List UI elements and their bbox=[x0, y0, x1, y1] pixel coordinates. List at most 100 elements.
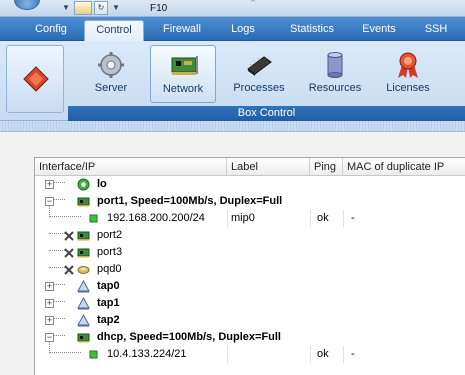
grid-header: Interface/IP Label Ping MAC of duplicate… bbox=[35, 158, 465, 176]
table-row[interactable]: 192.168.200.200/24 mip0 ok - bbox=[35, 206, 465, 227]
tab-events[interactable]: Events bbox=[352, 20, 406, 41]
cell-separator bbox=[227, 210, 228, 227]
refresh-icon[interactable]: ↻ bbox=[94, 1, 108, 15]
column-header-ping[interactable]: Ping bbox=[310, 158, 343, 176]
tab-ssh[interactable]: SSH bbox=[416, 20, 456, 41]
disabled-x-icon bbox=[64, 248, 77, 261]
interface-name: dhcp, Speed=100Mb/s, Duplex=Full bbox=[97, 331, 281, 343]
nic-disabled-icon bbox=[77, 229, 90, 242]
licenses-button[interactable]: Licenses bbox=[375, 45, 441, 103]
network-card-icon bbox=[171, 56, 198, 75]
disabled-x-icon bbox=[64, 265, 77, 278]
navigation-button[interactable] bbox=[6, 45, 64, 113]
splitter-strip[interactable] bbox=[0, 121, 465, 131]
expand-icon[interactable]: + bbox=[45, 299, 54, 308]
processes-button[interactable]: Processes bbox=[226, 45, 292, 103]
expand-icon[interactable]: + bbox=[45, 282, 54, 291]
tree-connector bbox=[49, 267, 65, 268]
expand-icon[interactable]: + bbox=[45, 316, 54, 325]
tab-bar: Config Control Firewall Logs Statistics … bbox=[0, 17, 465, 41]
collapse-icon[interactable]: − bbox=[45, 197, 54, 206]
collapse-icon[interactable]: − bbox=[45, 333, 54, 342]
title-bar: ▼ ↻ ▼ F10 × bbox=[0, 0, 465, 17]
network-panel: Interface/IP Label Ping MAC of duplicate… bbox=[0, 131, 465, 375]
app-menu-orb[interactable] bbox=[14, 0, 40, 10]
ping-cell: ok bbox=[317, 212, 329, 224]
tap-icon bbox=[77, 313, 90, 327]
cell-separator bbox=[310, 210, 311, 227]
chip-icon bbox=[247, 56, 272, 76]
column-header-label[interactable]: Label bbox=[227, 158, 310, 176]
quick-access-dropdown-icon[interactable]: ▼ bbox=[60, 1, 72, 15]
table-row[interactable]: − port1, Speed=100Mb/s, Duplex=Full bbox=[35, 193, 465, 210]
tap-icon bbox=[77, 296, 90, 310]
mac-cell: - bbox=[351, 212, 355, 224]
interface-name: 10.4.133.224/21 bbox=[107, 348, 187, 360]
tab-logs[interactable]: Logs bbox=[218, 20, 268, 41]
interface-grid[interactable]: Interface/IP Label Ping MAC of duplicate… bbox=[34, 157, 465, 375]
ribbon: Server Network Processes Resources Licen… bbox=[0, 41, 465, 121]
interface-name: port1, Speed=100Mb/s, Duplex=Full bbox=[97, 195, 283, 207]
nic-icon bbox=[77, 195, 90, 208]
disabled-x-icon bbox=[64, 231, 77, 244]
navigation-diamond-icon bbox=[23, 66, 49, 92]
table-row[interactable]: pqd0 bbox=[35, 261, 465, 278]
tree-connector bbox=[49, 352, 81, 353]
interface-name: tap2 bbox=[97, 314, 120, 326]
ip-status-icon bbox=[87, 348, 100, 361]
interface-name: pqd0 bbox=[97, 263, 122, 275]
chevron-down-icon[interactable]: ▼ bbox=[110, 1, 122, 15]
cell-separator bbox=[227, 346, 228, 363]
column-header-interface[interactable]: Interface/IP bbox=[35, 158, 227, 176]
tap-icon bbox=[77, 279, 90, 293]
table-row[interactable]: + tap1 bbox=[35, 295, 465, 312]
tree-connector bbox=[49, 216, 81, 217]
save-icon[interactable] bbox=[74, 1, 92, 15]
tab-firewall[interactable]: Firewall bbox=[150, 20, 214, 41]
resources-button[interactable]: Resources bbox=[302, 45, 368, 103]
content-area: Interface/IP Label Ping MAC of duplicate… bbox=[0, 121, 465, 375]
database-icon bbox=[327, 52, 343, 78]
loopback-icon bbox=[77, 178, 90, 191]
interface-name: tap1 bbox=[97, 297, 120, 309]
tree-connector bbox=[49, 250, 65, 251]
interface-name: port3 bbox=[97, 246, 123, 258]
quick-access-toolbar: ▼ ↻ ▼ bbox=[60, 1, 122, 15]
table-row[interactable]: + lo bbox=[35, 176, 465, 193]
expand-icon[interactable]: + bbox=[45, 180, 54, 189]
cell-separator bbox=[343, 346, 344, 363]
ribbon-group-label: Box Control bbox=[68, 106, 465, 121]
interface-name: tap0 bbox=[97, 280, 120, 292]
tab-statistics[interactable]: Statistics bbox=[276, 20, 348, 41]
window-title: F10 bbox=[150, 3, 168, 14]
table-row[interactable]: port2 bbox=[35, 227, 465, 244]
table-row[interactable]: − dhcp, Speed=100Mb/s, Duplex=Full bbox=[35, 329, 465, 346]
ping-cell: ok bbox=[317, 348, 329, 360]
tab-config[interactable]: Config bbox=[22, 20, 80, 41]
tab-control[interactable]: Control bbox=[84, 20, 144, 41]
interface-name: 192.168.200.200/24 bbox=[107, 212, 205, 224]
licenses-label: Licenses bbox=[386, 82, 430, 94]
license-ribbon-icon bbox=[398, 52, 418, 78]
tree-connector bbox=[49, 233, 65, 234]
table-row[interactable]: + tap0 bbox=[35, 278, 465, 295]
gear-icon bbox=[98, 52, 124, 78]
label-cell: mip0 bbox=[231, 212, 255, 224]
server-button[interactable]: Server bbox=[78, 45, 144, 103]
network-button[interactable]: Network bbox=[150, 45, 216, 103]
interface-name: port2 bbox=[97, 229, 123, 241]
resources-label: Resources bbox=[308, 82, 362, 94]
processes-label: Processes bbox=[233, 82, 285, 94]
interface-name: lo bbox=[97, 178, 107, 190]
nic-icon bbox=[77, 331, 90, 344]
pqd-disabled-icon bbox=[77, 263, 90, 276]
cell-separator bbox=[310, 346, 311, 363]
ip-status-icon bbox=[87, 212, 100, 225]
table-row[interactable]: 10.4.133.224/21 ok - bbox=[35, 342, 465, 363]
table-row[interactable]: port3 bbox=[35, 244, 465, 261]
cell-separator bbox=[343, 210, 344, 227]
mac-cell: - bbox=[351, 348, 355, 360]
table-row[interactable]: + tap2 bbox=[35, 312, 465, 329]
close-icon[interactable]: × bbox=[250, 0, 256, 6]
column-header-mac[interactable]: MAC of duplicate IP bbox=[343, 158, 465, 176]
